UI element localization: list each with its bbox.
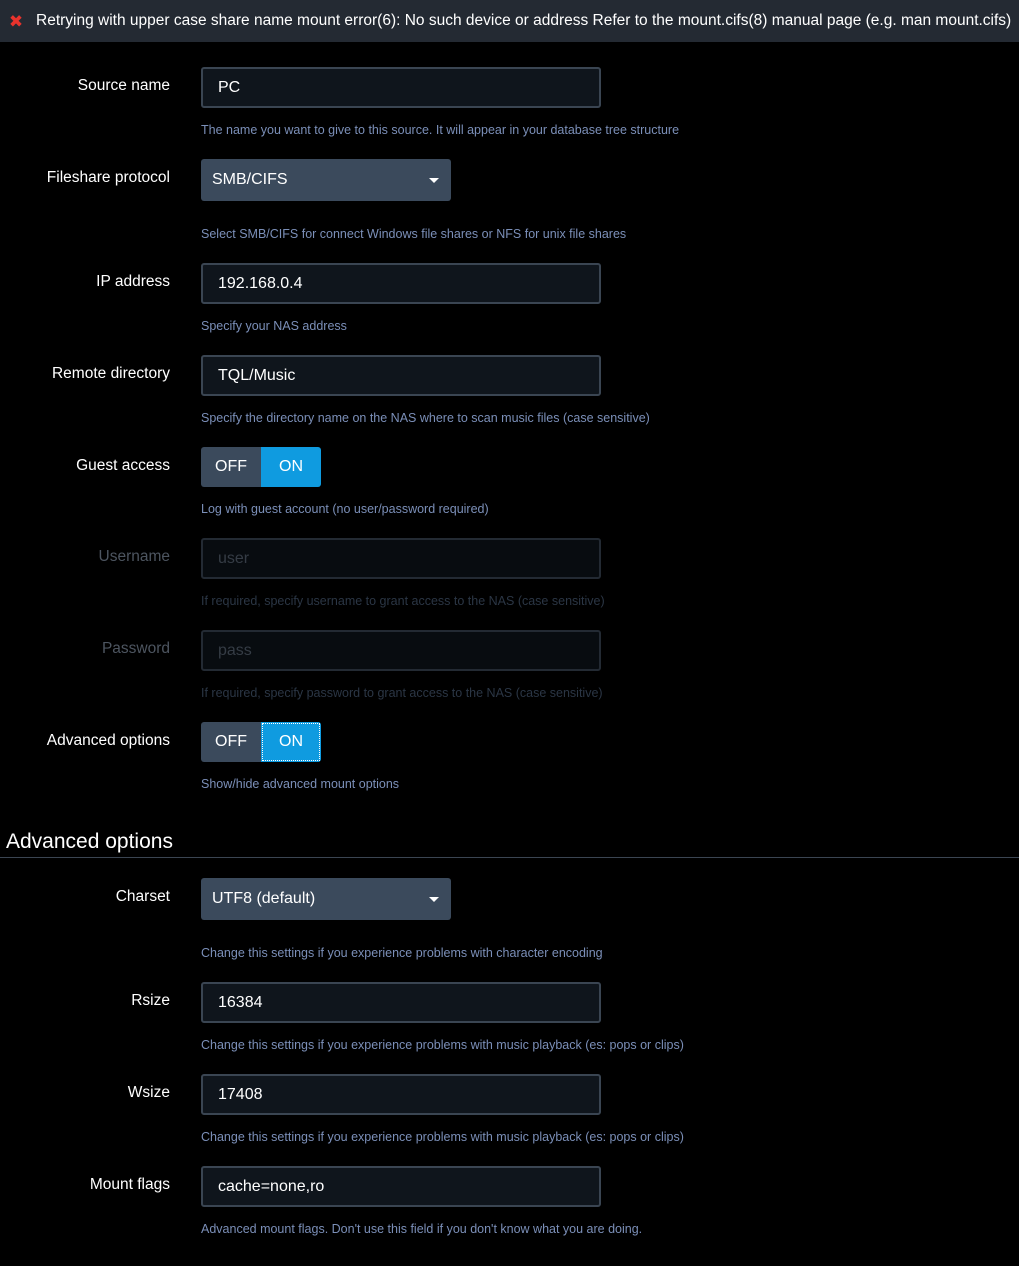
mount-flags-label: Mount flags bbox=[89, 1176, 170, 1193]
wsize-input[interactable] bbox=[201, 1074, 601, 1115]
ip-address-help: Specify your NAS address bbox=[201, 319, 347, 333]
mount-flags-help: Advanced mount flags. Don't use this fie… bbox=[201, 1222, 643, 1236]
guest-access-off-option[interactable]: OFF bbox=[201, 447, 261, 487]
guest-access-on-option[interactable]: ON bbox=[261, 447, 321, 487]
fileshare-protocol-value: SMB/CIFS bbox=[212, 171, 288, 188]
guest-access-label: Guest access bbox=[76, 457, 170, 474]
ip-address-input[interactable] bbox=[201, 263, 601, 304]
guest-access-help: Log with guest account (no user/password… bbox=[201, 502, 489, 516]
caret-down-icon bbox=[429, 897, 439, 902]
rsize-label: Rsize bbox=[131, 992, 170, 1009]
charset-help: Change this settings if you experience p… bbox=[201, 946, 603, 960]
advanced-options-label: Advanced options bbox=[46, 732, 170, 749]
rsize-help: Change this settings if you experience p… bbox=[201, 1038, 684, 1052]
caret-down-icon bbox=[429, 178, 439, 183]
password-label: Password bbox=[101, 640, 170, 657]
password-input[interactable] bbox=[201, 630, 601, 671]
rsize-input[interactable] bbox=[201, 982, 601, 1023]
fileshare-protocol-label: Fileshare protocol bbox=[46, 169, 170, 186]
error-message: Retrying with upper case share name moun… bbox=[36, 12, 1012, 29]
source-name-help: The name you want to give to this source… bbox=[201, 123, 680, 137]
charset-select[interactable]: UTF8 (default) bbox=[201, 878, 451, 920]
username-input[interactable] bbox=[201, 538, 601, 579]
fileshare-protocol-select[interactable]: SMB/CIFS bbox=[201, 159, 451, 201]
ip-address-label: IP address bbox=[96, 273, 170, 290]
close-x-icon[interactable]: ✖ bbox=[6, 13, 26, 30]
error-notification: ✖ Retrying with upper case share name mo… bbox=[0, 0, 1019, 42]
remote-directory-input[interactable] bbox=[201, 355, 601, 396]
remote-directory-help: Specify the directory name on the NAS wh… bbox=[201, 411, 650, 425]
section-divider bbox=[0, 857, 1019, 858]
remote-directory-label: Remote directory bbox=[51, 365, 170, 382]
advanced-options-on-option[interactable]: ON bbox=[261, 722, 321, 762]
username-help: If required, specify username to grant a… bbox=[201, 594, 605, 608]
charset-label: Charset bbox=[115, 888, 170, 905]
charset-value: UTF8 (default) bbox=[212, 890, 316, 907]
source-settings-page: ✖ Retrying with upper case share name mo… bbox=[0, 0, 1019, 1266]
source-name-label: Source name bbox=[77, 77, 170, 94]
advanced-options-off-option[interactable]: OFF bbox=[201, 722, 261, 762]
guest-access-toggle[interactable]: OFF ON bbox=[201, 447, 321, 487]
source-name-input[interactable] bbox=[201, 67, 601, 108]
wsize-label: Wsize bbox=[127, 1084, 170, 1101]
advanced-options-help: Show/hide advanced mount options bbox=[201, 777, 400, 791]
fileshare-protocol-help: Select SMB/CIFS for connect Windows file… bbox=[201, 227, 627, 241]
wsize-help: Change this settings if you experience p… bbox=[201, 1130, 684, 1144]
advanced-options-toggle[interactable]: OFF ON bbox=[201, 722, 321, 762]
mount-flags-input[interactable] bbox=[201, 1166, 601, 1207]
password-help: If required, specify password to grant a… bbox=[201, 686, 603, 700]
username-label: Username bbox=[98, 548, 171, 565]
advanced-section-title: Advanced options bbox=[6, 830, 173, 853]
